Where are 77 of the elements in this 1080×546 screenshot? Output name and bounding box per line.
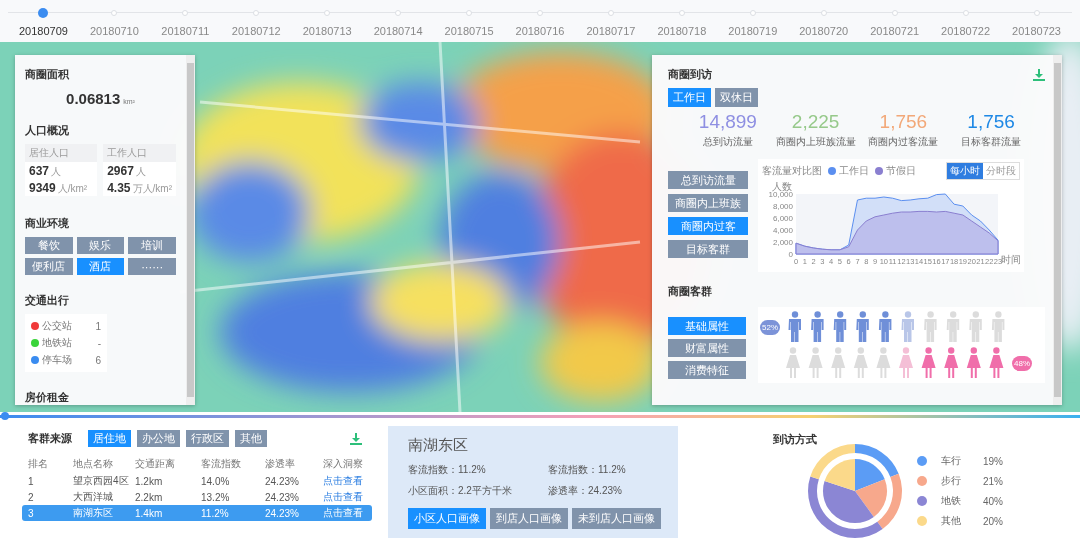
column-header: 渗透率: [265, 457, 296, 471]
unit-label: 万人/km²: [132, 182, 172, 196]
stat-value: 1,756: [879, 111, 928, 133]
table-cell-text: 1: [28, 475, 35, 487]
table-cell-text: 3: [28, 507, 35, 519]
section-title: 交通出行: [25, 293, 70, 308]
table-cell-text: 1.2km: [135, 475, 164, 487]
column-header: 客流指数: [201, 457, 242, 471]
axis-label: 人数: [772, 181, 792, 192]
table-cell-text: 13.2%: [201, 491, 231, 503]
table-cell-text: 大西洋城: [73, 490, 114, 504]
legend-item: 节假日: [875, 164, 916, 178]
table-cell-text: 2.2km: [135, 491, 164, 503]
stat-label: 商圈内过客流量: [868, 135, 939, 149]
area-value: 0.06813: [66, 90, 121, 107]
popup-title: 南湖东区: [408, 436, 469, 455]
table-cell-text: 2: [28, 491, 35, 503]
column-header: 交通距离: [135, 457, 176, 471]
table-cell-text: 1.4km: [135, 507, 164, 519]
transport-count: 1: [95, 320, 101, 332]
section-title: 商圈到访: [668, 67, 712, 82]
count-value: 637: [29, 164, 50, 178]
section-title: 商圈客群: [668, 284, 713, 299]
detail-text: 渗透率：24.23%: [548, 484, 623, 498]
legend-item: 步行 21%: [917, 474, 1003, 488]
detail-text: 客流指数：11.2%: [548, 463, 627, 477]
detail-text: 客流指数：11.2%: [408, 463, 487, 477]
percent-badge: 48%: [1012, 355, 1032, 371]
table-cell-text: 11.2%: [201, 507, 230, 519]
axis-label: 时间: [1001, 254, 1020, 265]
unit-label: 人/km²: [57, 182, 88, 196]
stat-label: 总到访流量: [702, 135, 753, 149]
tick-label: 10,000: [768, 190, 793, 199]
detail-text: 小区面积：2.2平方千米: [408, 484, 513, 498]
section-title: 客群来源: [28, 431, 72, 446]
count-value: 2967: [107, 164, 134, 178]
percent-badge: 52%: [760, 319, 780, 335]
tick-label: 8,000: [772, 202, 793, 211]
table-cell-text: 24.23%: [265, 475, 300, 487]
stat-value: 14,899: [698, 111, 757, 133]
section-title: 房价租金: [25, 390, 70, 405]
stat-value: 1,756: [967, 111, 1015, 133]
column-header: 深入洞察: [323, 457, 364, 471]
section-title: 商业环境: [25, 216, 70, 231]
legend-item: 工作日: [828, 164, 869, 178]
chart-title: 到访方式: [773, 432, 818, 447]
tick-label: 0: [788, 250, 793, 259]
stat-label: 目标客群流量: [961, 135, 1022, 149]
transport-count: 6: [95, 354, 101, 366]
density-value: 4.35: [107, 181, 131, 195]
column-header: 排名: [28, 457, 49, 471]
legend-item: 其他 20%: [917, 514, 1003, 528]
table-cell-text: 南湖东区: [73, 506, 114, 520]
card-label: 居住人口: [25, 144, 98, 162]
chart-title: 客流量对比图: [762, 164, 822, 178]
table-cell-text: 14.0%: [201, 475, 231, 487]
legend-item: 地铁 40%: [917, 494, 1003, 508]
table-cell-text: 望京西园4区: [73, 474, 130, 488]
card-label: 工作人口: [103, 144, 176, 162]
tick-label: 4,000: [772, 226, 793, 235]
density-value: 9349: [29, 181, 56, 195]
transport-label: 地铁站: [42, 336, 72, 350]
table-cell-text: 24.23%: [265, 491, 300, 503]
tick-label: 6,000: [772, 214, 793, 223]
transport-label: 停车场: [42, 353, 72, 367]
transport-label: 公交站: [42, 319, 72, 333]
unit-label: 人: [51, 165, 62, 179]
stat-label: 商圈内上班族流量: [775, 135, 856, 149]
transport-count: -: [97, 337, 101, 349]
unit-label: 人: [135, 165, 146, 179]
column-header: 地点名称: [73, 457, 114, 471]
stat-value: 2,225: [791, 111, 840, 133]
section-title: 人口概况: [25, 123, 70, 138]
table-cell-text: 24.23%: [265, 507, 300, 519]
tick-label: 2,000: [772, 238, 793, 247]
section-title: 商圈面积: [25, 67, 70, 82]
legend-item: 车行 19%: [917, 454, 1003, 468]
